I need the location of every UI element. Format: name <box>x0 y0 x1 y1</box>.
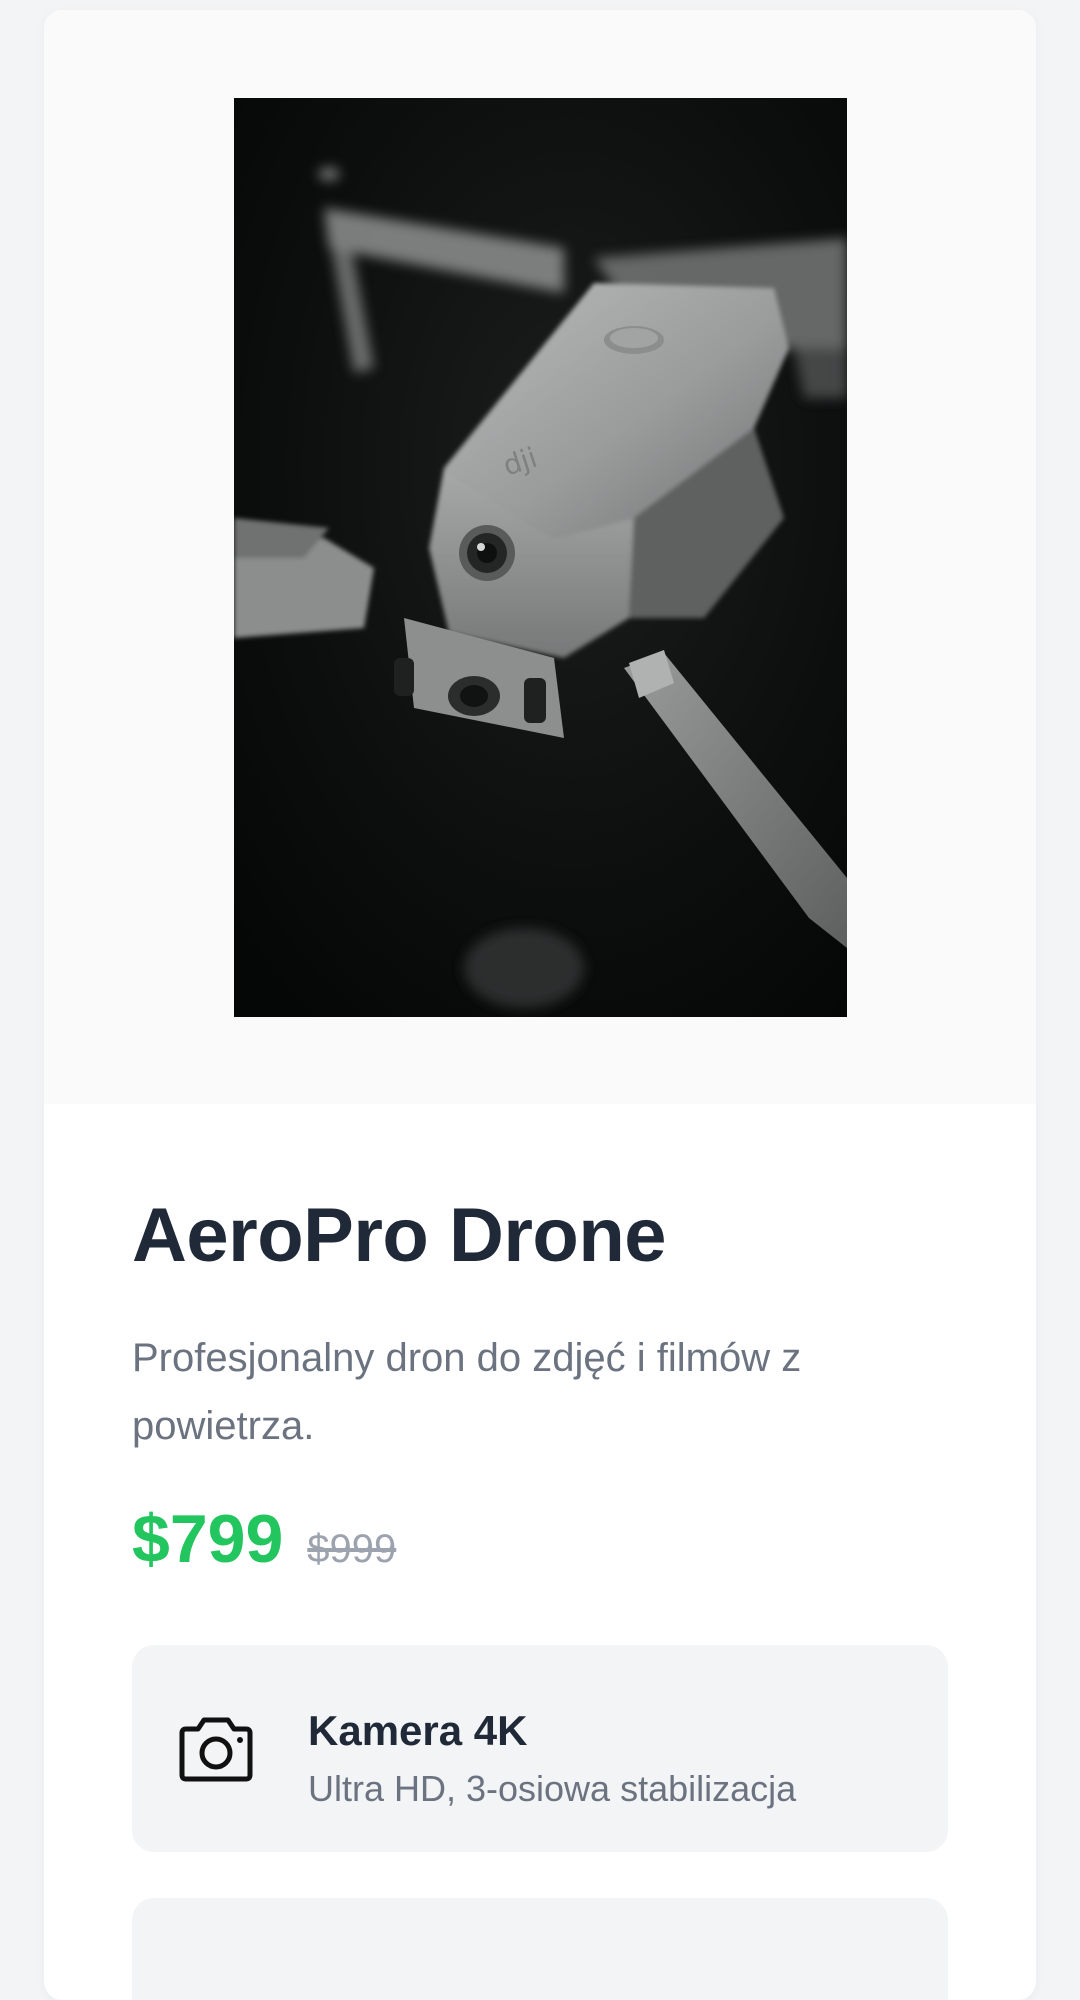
camera-icon <box>179 1717 253 1782</box>
product-image: dji <box>234 98 847 1017</box>
feature-card-camera: Kamera 4K Ultra HD, 3-osiowa stabilizacj… <box>132 1645 948 1852</box>
product-card: dji AeroPro Drone Profesjonalny dron do … <box>44 10 1036 2000</box>
feature-title: Kamera 4K <box>308 1707 528 1754</box>
product-image-area: dji <box>44 10 1036 1104</box>
price-row: $799 $999 <box>132 1500 396 1578</box>
feature-subtitle: Ultra HD, 3-osiowa stabilizacja <box>308 1768 797 1809</box>
product-description: Profesjonalny dron do zdjęć i filmów z p… <box>132 1336 802 1448</box>
feature-card <box>132 1898 948 2000</box>
current-price: $799 <box>132 1501 284 1577</box>
old-price: $999 <box>307 1527 397 1571</box>
product-title: AeroPro Drone <box>132 1193 667 1278</box>
